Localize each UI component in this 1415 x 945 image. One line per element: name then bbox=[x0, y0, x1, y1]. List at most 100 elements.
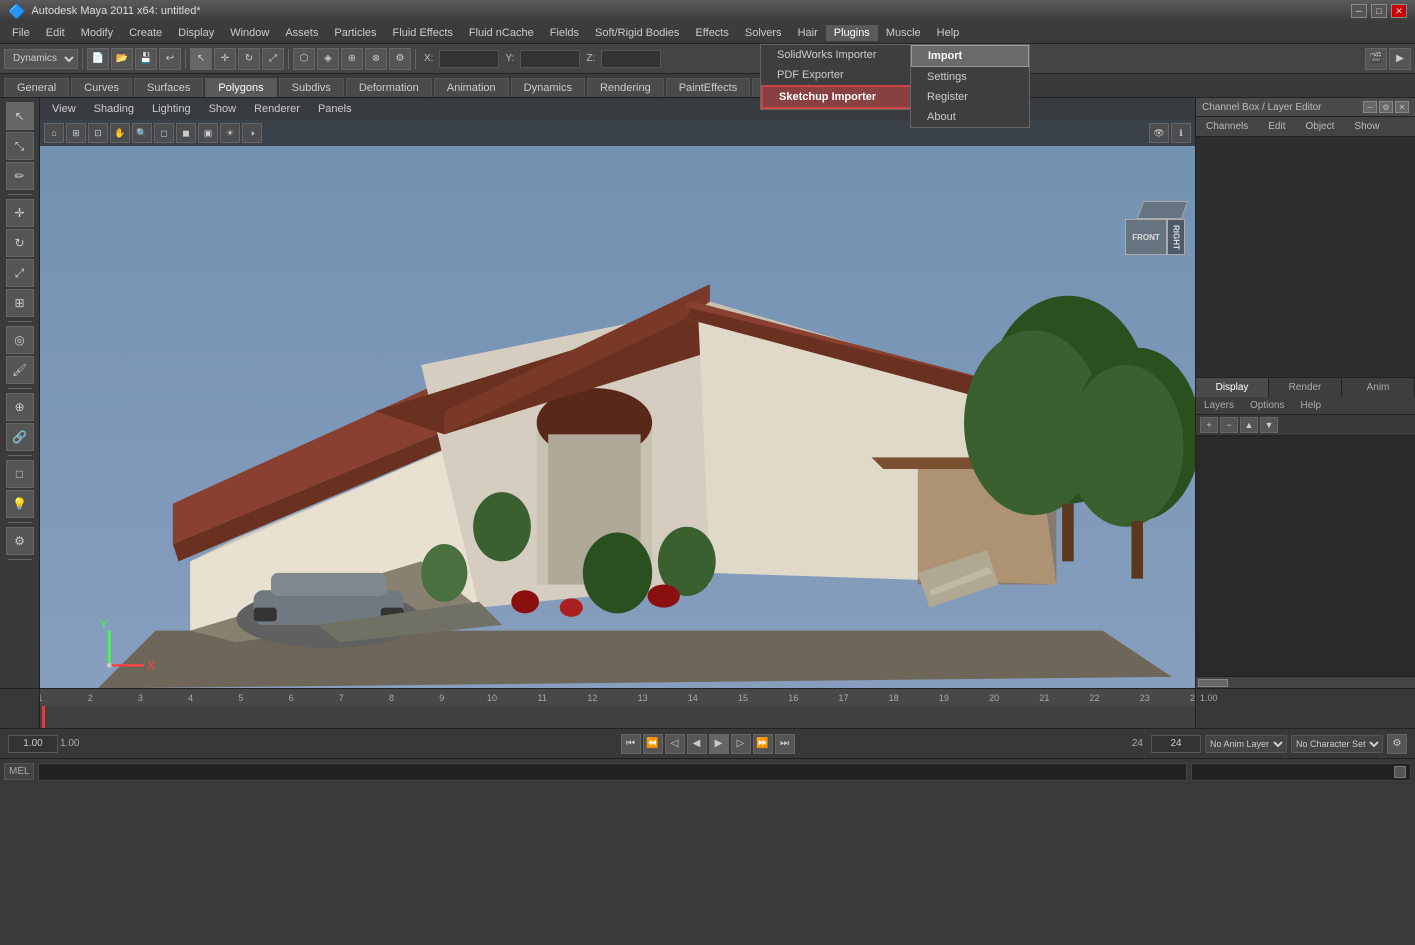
scale-tool-button[interactable]: ⤢ bbox=[262, 48, 284, 70]
tab-polygons[interactable]: Polygons bbox=[205, 78, 276, 97]
menu-solvers[interactable]: Solvers bbox=[737, 25, 790, 41]
pb-next-frame-button[interactable]: ⏩ bbox=[753, 734, 773, 754]
cb-options-tab[interactable]: Options bbox=[1242, 397, 1292, 414]
minimize-button[interactable]: ─ bbox=[1351, 4, 1367, 18]
tb-extra3[interactable]: ⊕ bbox=[341, 48, 363, 70]
vp-menu-show[interactable]: Show bbox=[201, 101, 245, 117]
cb-layers-tab[interactable]: Layers bbox=[1196, 397, 1242, 414]
vp-frame-all-btn[interactable]: ⊞ bbox=[66, 123, 86, 143]
pb-end-input[interactable] bbox=[1151, 735, 1201, 753]
layer-delete-button[interactable]: − bbox=[1220, 417, 1238, 433]
tb-extra5[interactable]: ⚙ bbox=[389, 48, 411, 70]
viewport-cube[interactable]: FRONT RIGHT bbox=[1125, 201, 1185, 261]
render-settings-button[interactable]: 🎬 bbox=[1365, 48, 1387, 70]
paint-select-button[interactable]: ✏ bbox=[6, 162, 34, 190]
menu-hair[interactable]: Hair bbox=[790, 25, 826, 41]
undo-button[interactable]: ↩ bbox=[159, 48, 181, 70]
maximize-button[interactable]: □ bbox=[1371, 4, 1387, 18]
close-button[interactable]: ✕ bbox=[1391, 4, 1407, 18]
pb-prev-frame-button[interactable]: ⏪ bbox=[643, 734, 663, 754]
tb-extra1[interactable]: ⬡ bbox=[293, 48, 315, 70]
menu-display[interactable]: Display bbox=[170, 25, 222, 41]
menu-window[interactable]: Window bbox=[222, 25, 277, 41]
pb-play-button[interactable]: ▶ bbox=[709, 734, 729, 754]
pb-extra-button[interactable]: ⚙ bbox=[1387, 734, 1407, 754]
lasso-button[interactable]: ⤡ bbox=[6, 132, 34, 160]
soft-mod-button[interactable]: ◎ bbox=[6, 326, 34, 354]
vp-isolate-btn[interactable]: 👁 bbox=[1149, 123, 1169, 143]
cb-close-button[interactable]: ✕ bbox=[1395, 101, 1409, 113]
cb-help-tab[interactable]: Help bbox=[1292, 397, 1329, 414]
tab-curves[interactable]: Curves bbox=[71, 78, 132, 97]
scene-3d[interactable]: persp X Y FRONT RIGHT bbox=[40, 146, 1195, 688]
tab-general[interactable]: General bbox=[4, 78, 69, 97]
sketchup-about-item[interactable]: About bbox=[911, 107, 1029, 127]
tb-extra2[interactable]: ◈ bbox=[317, 48, 339, 70]
cb-scroll-thumb[interactable] bbox=[1198, 679, 1228, 687]
menu-effects[interactable]: Effects bbox=[687, 25, 736, 41]
layer-up-button[interactable]: ▲ bbox=[1240, 417, 1258, 433]
cb-tab-show[interactable]: Show bbox=[1344, 117, 1389, 136]
tab-surfaces[interactable]: Surfaces bbox=[134, 78, 203, 97]
menu-edit[interactable]: Edit bbox=[38, 25, 73, 41]
sculpt-button[interactable]: 🖌 bbox=[6, 356, 34, 384]
timeline-bar[interactable] bbox=[40, 706, 1195, 728]
sketchup-import-item[interactable]: Import bbox=[911, 45, 1029, 67]
cb-settings-button[interactable]: ⚙ bbox=[1379, 101, 1393, 113]
vp-home-btn[interactable]: ⌂ bbox=[44, 123, 64, 143]
cb-bottom-anim[interactable]: Anim bbox=[1342, 378, 1415, 397]
vp-lights-btn[interactable]: ☀ bbox=[220, 123, 240, 143]
vp-zoom-btn[interactable]: 🔍 bbox=[132, 123, 152, 143]
sketchup-settings-item[interactable]: Settings bbox=[911, 67, 1029, 87]
rotate-tool-button[interactable]: ↻ bbox=[238, 48, 260, 70]
scale-button[interactable]: ⤢ bbox=[6, 259, 34, 287]
menu-file[interactable]: File bbox=[4, 25, 38, 41]
show-manipulator-button[interactable]: ⚙ bbox=[6, 527, 34, 555]
tb-extra4[interactable]: ⊗ bbox=[365, 48, 387, 70]
vp-shadow-btn[interactable]: ◑ bbox=[242, 123, 262, 143]
menu-particles[interactable]: Particles bbox=[326, 25, 384, 41]
workspace-dropdown[interactable]: Dynamics bbox=[4, 49, 78, 69]
menu-help[interactable]: Help bbox=[929, 25, 968, 41]
rotate-button[interactable]: ↻ bbox=[6, 229, 34, 257]
vp-menu-renderer[interactable]: Renderer bbox=[246, 101, 308, 117]
menu-fluid-ncache[interactable]: Fluid nCache bbox=[461, 25, 542, 41]
vp-menu-shading[interactable]: Shading bbox=[86, 101, 142, 117]
tab-rendering[interactable]: Rendering bbox=[587, 78, 664, 97]
save-file-button[interactable]: 💾 bbox=[135, 48, 157, 70]
select-tool-button[interactable]: ↖ bbox=[190, 48, 212, 70]
cb-bottom-render[interactable]: Render bbox=[1269, 378, 1342, 397]
menu-modify[interactable]: Modify bbox=[73, 25, 121, 41]
pb-next-end-button[interactable]: ⏭ bbox=[775, 734, 795, 754]
character-set-dropdown[interactable]: No Character Set bbox=[1291, 735, 1383, 753]
menu-assets[interactable]: Assets bbox=[277, 25, 326, 41]
vp-smooth-btn[interactable]: ◼ bbox=[176, 123, 196, 143]
menu-fields[interactable]: Fields bbox=[542, 25, 587, 41]
pb-next-key-button[interactable]: ▷ bbox=[731, 734, 751, 754]
vp-wire-btn[interactable]: ◻ bbox=[154, 123, 174, 143]
render-button[interactable]: ▶ bbox=[1389, 48, 1411, 70]
snap-button[interactable]: 🔗 bbox=[6, 423, 34, 451]
select-button[interactable]: ↖ bbox=[6, 102, 34, 130]
tab-dynamics[interactable]: Dynamics bbox=[511, 78, 585, 97]
universal-button[interactable]: ⊞ bbox=[6, 289, 34, 317]
cb-tab-edit[interactable]: Edit bbox=[1258, 117, 1295, 136]
pivot-button[interactable]: ⊕ bbox=[6, 393, 34, 421]
vp-pan-btn[interactable]: ✋ bbox=[110, 123, 130, 143]
status-expand-button[interactable] bbox=[1394, 766, 1406, 778]
menu-create[interactable]: Create bbox=[121, 25, 170, 41]
open-file-button[interactable]: 📂 bbox=[111, 48, 133, 70]
tab-painteffects[interactable]: PaintEffects bbox=[666, 78, 751, 97]
cb-scrollbar[interactable] bbox=[1196, 676, 1415, 688]
new-file-button[interactable]: 📄 bbox=[87, 48, 109, 70]
render-region-button[interactable]: □ bbox=[6, 460, 34, 488]
light-button[interactable]: 💡 bbox=[6, 490, 34, 518]
menu-fluid-effects[interactable]: Fluid Effects bbox=[385, 25, 461, 41]
coord-x-input[interactable] bbox=[439, 50, 499, 68]
tab-deformation[interactable]: Deformation bbox=[346, 78, 432, 97]
vp-textured-btn[interactable]: ▣ bbox=[198, 123, 218, 143]
tab-animation[interactable]: Animation bbox=[434, 78, 509, 97]
anim-layer-dropdown[interactable]: No Anim Layer bbox=[1205, 735, 1287, 753]
vp-menu-lighting[interactable]: Lighting bbox=[144, 101, 199, 117]
cb-tab-channels[interactable]: Channels bbox=[1196, 117, 1258, 136]
